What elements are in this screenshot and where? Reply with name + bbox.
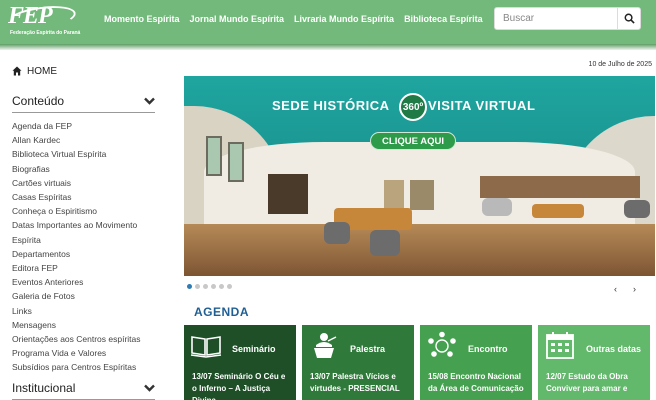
agenda-card-encontro[interactable]: Encontro 15/08 Encontro Nacional da Área…: [420, 325, 532, 400]
clique-aqui-button[interactable]: CLIQUE AQUI: [370, 132, 456, 150]
sidebar-link-programa-vida-e-valores[interactable]: Programa Vida e Valores: [12, 346, 158, 360]
header-shadow: [0, 44, 656, 50]
agenda-card-seminario[interactable]: Seminário 13/07 Seminário O Céu e o Infe…: [184, 325, 296, 400]
card-category: Seminário: [232, 344, 276, 354]
agenda-title: AGENDA: [194, 305, 250, 319]
carousel-dot[interactable]: [195, 284, 200, 289]
sidebar-link-departamentos[interactable]: Departamentos: [12, 247, 158, 261]
banner-chair: [482, 198, 512, 216]
open-book-icon: [190, 336, 222, 358]
card-description: 15/08 Encontro Nacional da Área de Comun…: [428, 372, 524, 393]
people-circle-icon: [428, 331, 456, 357]
search-button[interactable]: [617, 8, 640, 29]
chevron-down-icon: [144, 97, 155, 105]
section-conteudo-title: Conteúdo: [12, 94, 65, 108]
sidebar-link-subsidios[interactable]: Subsídios para Centros Espíritas: [12, 360, 158, 374]
carousel-dot[interactable]: [203, 284, 208, 289]
section-conteudo-header[interactable]: Conteúdo: [12, 94, 155, 113]
logo-text: FEP: [8, 3, 53, 29]
banner-window: [206, 136, 222, 176]
agenda-cards: Seminário 13/07 Seminário O Céu e o Infe…: [184, 325, 650, 400]
banner-title-right: VISITA VIRTUAL: [428, 98, 536, 113]
carousel-dot[interactable]: [211, 284, 216, 289]
banner-chair: [324, 222, 350, 244]
360-badge-icon: 360º: [399, 93, 427, 121]
card-head: Encontro: [420, 325, 532, 365]
card-description: 13/07 Seminário O Céu e o Inferno – A Ju…: [192, 372, 286, 400]
sidebar-link-allan-kardec[interactable]: Allan Kardec: [12, 133, 158, 147]
carousel-arrows: ‹ ›: [614, 284, 636, 294]
sidebar-link-orientacoes[interactable]: Orientações aos Centros espíritas: [12, 332, 158, 346]
agenda-card-palestra[interactable]: Palestra 13/07 Palestra Vícios e virtude…: [302, 325, 414, 400]
fep-logo[interactable]: FEP Federação Espírita do Paraná: [4, 2, 81, 39]
nav-momento-espirita[interactable]: Momento Espírita: [104, 14, 180, 24]
sidebar: HOME Conteúdo Agenda da FEP Allan Kardec…: [12, 62, 158, 400]
main-nav: Momento Espírita Jornal Mundo Espírita L…: [104, 14, 493, 24]
chevron-down-icon: [144, 384, 155, 392]
logo-subtitle: Federação Espírita do Paraná: [10, 30, 81, 36]
sidebar-link-conheca-o-espiritismo[interactable]: Conheça o Espiritismo: [12, 204, 158, 218]
banner-floor: [184, 224, 655, 276]
sidebar-link-casas-espiritas[interactable]: Casas Espíritas: [12, 190, 158, 204]
section-institucional-header[interactable]: Institucional: [12, 381, 155, 400]
search-input[interactable]: [495, 8, 619, 29]
banner-frame: [410, 180, 434, 210]
banner-chair: [624, 200, 650, 218]
card-category: Outras datas: [586, 344, 642, 354]
carousel-dot[interactable]: [187, 284, 192, 289]
card-category: Encontro: [468, 344, 508, 354]
banner-table: [532, 204, 584, 218]
banner-shelf: [480, 176, 640, 198]
sidebar-link-eventos-anteriores[interactable]: Eventos Anteriores: [12, 275, 158, 289]
carousel-dot[interactable]: [219, 284, 224, 289]
card-category: Palestra: [350, 344, 386, 354]
carousel-prev-icon[interactable]: ‹: [614, 284, 617, 294]
sidebar-link-galeria-de-fotos[interactable]: Galeria de Fotos: [12, 289, 158, 303]
banner-window: [228, 142, 244, 182]
nav-biblioteca-espirita[interactable]: Biblioteca Espírita: [404, 14, 483, 24]
speaker-podium-icon: [314, 333, 337, 358]
sidebar-link-mensagens[interactable]: Mensagens: [12, 318, 158, 332]
banner-title-left: SEDE HISTÓRICA: [272, 98, 390, 113]
nav-livraria-mundo-espirita[interactable]: Livraria Mundo Espírita: [294, 14, 394, 24]
banner-chair: [370, 230, 400, 256]
nav-jornal-mundo-espirita[interactable]: Jornal Mundo Espírita: [190, 14, 285, 24]
conteudo-links: Agenda da FEP Allan Kardec Biblioteca Vi…: [12, 119, 158, 375]
home-label: HOME: [27, 65, 57, 77]
search-icon: [624, 13, 635, 24]
sidebar-link-editora-fep[interactable]: Editora FEP: [12, 261, 158, 275]
card-head: Outras datas: [538, 325, 650, 365]
card-description: 12/07 Estudo da Obra Conviver para amar …: [546, 372, 628, 393]
sidebar-link-cartoes-virtuais[interactable]: Cartões virtuais: [12, 176, 158, 190]
sidebar-link-agenda-da-fep[interactable]: Agenda da FEP: [12, 119, 158, 133]
carousel-dot[interactable]: [227, 284, 232, 289]
calendar-icon: [546, 332, 574, 359]
current-date: 10 de Julho de 2025: [588, 61, 652, 68]
home-link[interactable]: HOME: [12, 62, 158, 80]
sidebar-link-biblioteca-virtual[interactable]: Biblioteca Virtual Espírita: [12, 147, 158, 161]
top-bar: FEP Federação Espírita do Paraná Momento…: [0, 0, 656, 44]
section-institucional-title: Institucional: [12, 380, 76, 395]
home-icon: [12, 66, 22, 76]
sidebar-link-datas-importantes-cont[interactable]: Espírita: [12, 233, 158, 247]
card-head: Seminário: [184, 325, 296, 365]
agenda-card-outras-datas[interactable]: Outras datas 12/07 Estudo da Obra Conviv…: [538, 325, 650, 400]
sidebar-link-biografias[interactable]: Biografias: [12, 162, 158, 176]
sidebar-link-datas-importantes[interactable]: Datas Importantes ao Movimento: [12, 218, 158, 232]
card-head: Palestra: [302, 325, 414, 365]
carousel-next-icon[interactable]: ›: [633, 284, 636, 294]
sidebar-link-links[interactable]: Links: [12, 304, 158, 318]
banner-shelf: [268, 174, 308, 214]
hero-banner[interactable]: SEDE HISTÓRICA VISITA VIRTUAL 360º CLIQU…: [184, 76, 655, 276]
carousel-dots: [187, 284, 232, 289]
card-description: 13/07 Palestra Vícios e virtudes - PRESE…: [310, 372, 400, 393]
search-box: [494, 7, 641, 30]
